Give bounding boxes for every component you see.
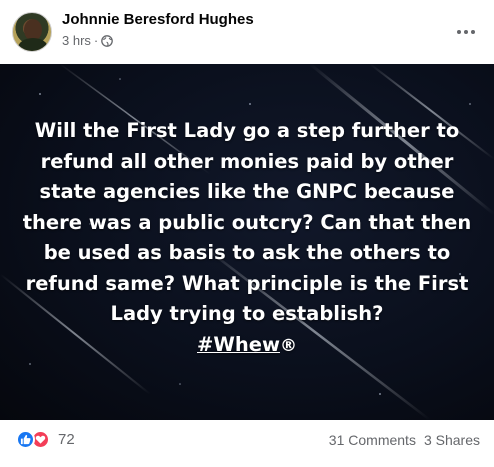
like-icon — [16, 430, 35, 449]
avatar-body — [18, 38, 48, 51]
quote-text-block: Will the First Lady go a step further to… — [20, 116, 474, 361]
post-image[interactable]: Will the First Lady go a step further to… — [0, 64, 494, 420]
reaction-summary[interactable]: 72 — [16, 430, 75, 449]
quote-text: Will the First Lady go a step further to… — [22, 119, 472, 325]
post-header: Johnnie Beresford Hughes 3 hrs · — [0, 0, 494, 64]
reaction-count: 72 — [58, 431, 75, 448]
registered-mark: ® — [279, 335, 297, 356]
author-name[interactable]: Johnnie Beresford Hughes — [62, 11, 254, 28]
meta-separator: · — [93, 33, 99, 48]
more-options-icon[interactable] — [452, 18, 480, 46]
comments-count[interactable]: 31 Comments — [329, 432, 416, 448]
engagement-stats: 31 Comments 3 Shares — [329, 432, 480, 448]
shares-count[interactable]: 3 Shares — [424, 432, 480, 448]
hashtag-link[interactable]: #Whew — [197, 330, 280, 361]
post-meta: 3 hrs · — [62, 33, 114, 48]
post-time[interactable]: 3 hrs — [62, 33, 91, 48]
author-avatar[interactable] — [12, 12, 52, 52]
globe-icon — [101, 34, 114, 47]
post-footer: 72 31 Comments 3 Shares — [0, 420, 494, 467]
